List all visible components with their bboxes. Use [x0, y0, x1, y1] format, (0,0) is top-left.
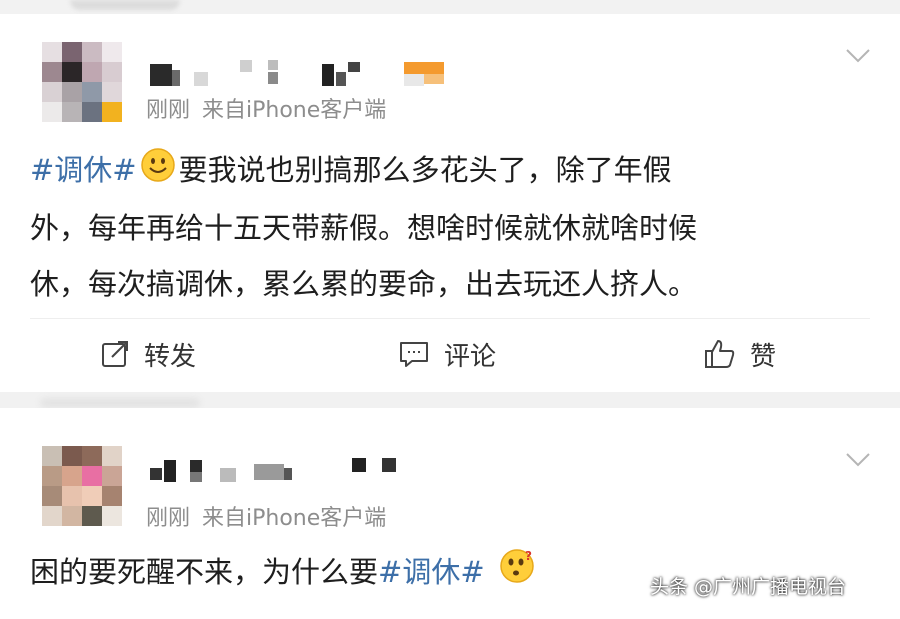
post-text-line2: 外，每年再给十五天带薪假。想啥时候就休就啥时候	[30, 211, 698, 245]
thinking-emoji-icon: ?	[499, 546, 535, 602]
avatar[interactable]	[42, 446, 122, 526]
post-separator	[0, 392, 900, 408]
repost-label: 转发	[144, 341, 197, 372]
post-meta: 刚刚 来自iPhone客户端	[146, 500, 386, 532]
username-mosaic[interactable]	[150, 454, 470, 482]
svg-text:?: ?	[525, 549, 532, 563]
post-source[interactable]: 来自iPhone客户端	[202, 506, 386, 531]
post-text-line3: 休，每次搞调休，累么累的要命，出去玩还人挤人。	[30, 267, 698, 301]
comment-button[interactable]: 评论	[398, 332, 496, 376]
post-content: 困的要死醒不来，为什么要#调休# ?	[30, 544, 539, 602]
hashtag-link[interactable]: #调休#	[378, 555, 485, 589]
post-text-line1: 要我说也别搞那么多花头了，除了年假	[178, 153, 672, 187]
username-mosaic[interactable]	[150, 58, 470, 86]
repost-icon	[100, 339, 130, 369]
watermark: 头条 @广州广播电视台	[650, 576, 847, 598]
comment-label: 评论	[444, 341, 497, 372]
chevron-down-icon[interactable]	[846, 452, 870, 467]
thumbs-up-icon	[704, 338, 736, 370]
post-source[interactable]: 来自iPhone客户端	[202, 98, 386, 123]
smile-emoji-icon	[140, 144, 175, 200]
like-label: 赞	[750, 341, 777, 372]
hashtag-link[interactable]: #调休#	[30, 153, 137, 187]
avatar[interactable]	[42, 42, 122, 122]
post-time: 刚刚	[146, 98, 191, 123]
divider	[30, 318, 870, 319]
repost-button[interactable]: 转发	[100, 332, 196, 376]
post-time: 刚刚	[146, 506, 191, 531]
chevron-down-icon[interactable]	[846, 48, 870, 63]
post-content: #调休# 要我说也别搞那么多花头了，除了年假 外，每年再给十五天带薪假。想啥时候…	[30, 142, 697, 312]
previous-post-edge	[0, 0, 900, 14]
comment-icon	[398, 339, 430, 369]
like-button[interactable]: 赞	[704, 332, 776, 376]
post-text: 困的要死醒不来，为什么要	[30, 555, 379, 589]
post-meta: 刚刚 来自iPhone客户端	[146, 92, 386, 124]
weibo-post: 刚刚 来自iPhone客户端 #调休# 要我说也别搞那么多花头了，除了年假 外，每…	[0, 14, 900, 392]
